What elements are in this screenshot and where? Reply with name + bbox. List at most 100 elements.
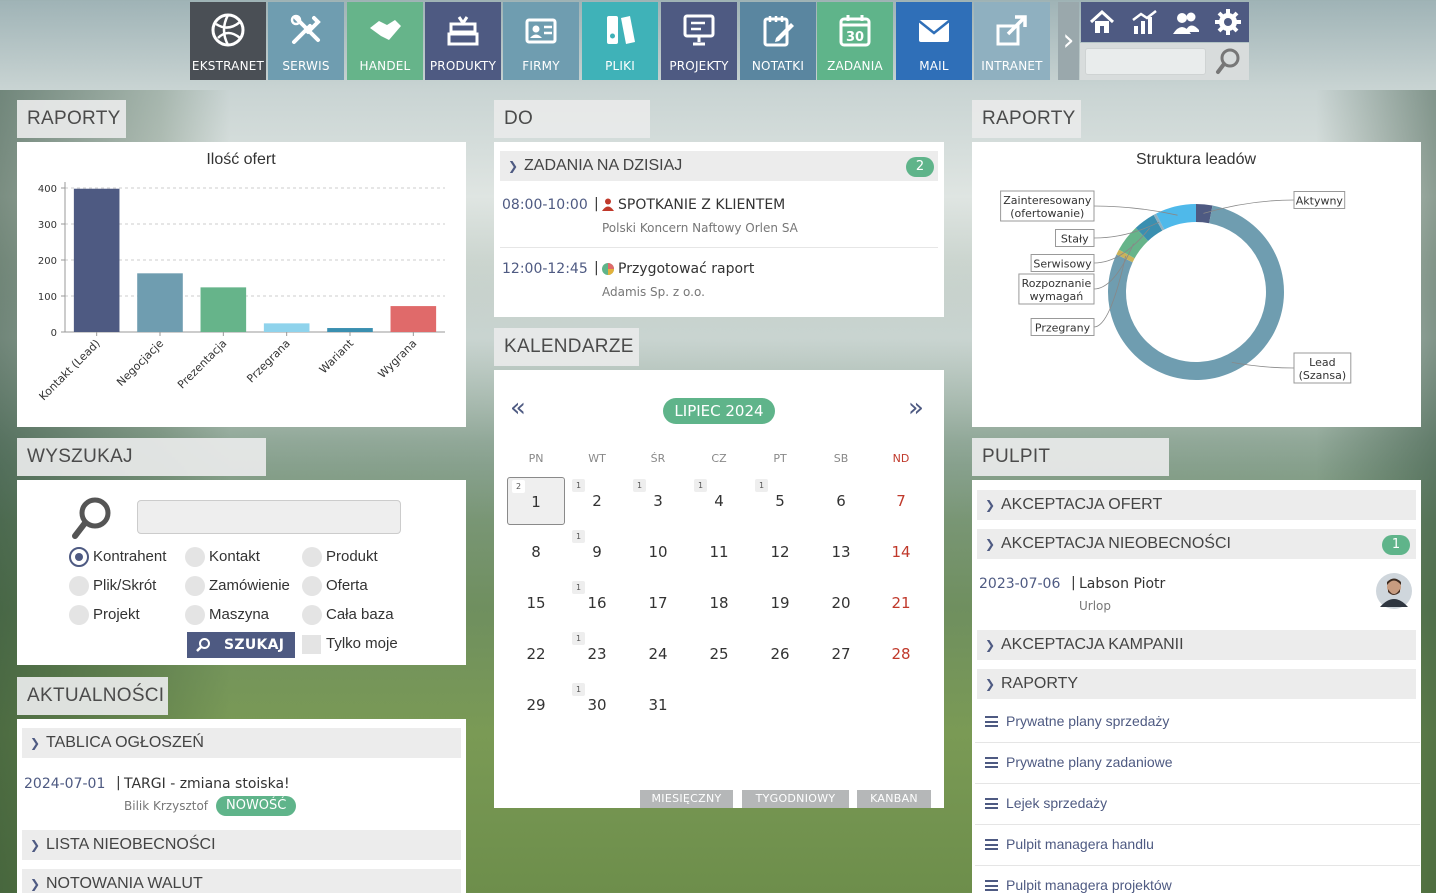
bar[interactable]	[327, 328, 373, 332]
calendar-day[interactable]: 14	[872, 528, 930, 576]
calendar-day[interactable]: 11	[690, 528, 748, 576]
settings-button[interactable]	[1207, 2, 1249, 42]
calendar-day[interactable]: 91	[568, 528, 626, 576]
nav-tile-zadania[interactable]: 30 ZADANIA	[817, 2, 893, 80]
todo-item[interactable]: 12:00-12:45 | Przygotować raport Adamis …	[500, 256, 938, 312]
calendar-day[interactable]: 12	[507, 477, 565, 525]
search-input[interactable]	[137, 500, 401, 534]
calendar-view-button[interactable]: TYGODNIOWY	[742, 790, 849, 808]
calendar-day[interactable]: 6	[812, 477, 870, 525]
absence-type: Urlop	[1079, 599, 1112, 613]
search-option-radio[interactable]	[302, 547, 322, 567]
search-option-radio[interactable]	[69, 576, 89, 596]
users-button[interactable]	[1165, 2, 1207, 42]
calendar-day[interactable]: 28	[872, 630, 930, 678]
calendar-day[interactable]: 51	[751, 477, 809, 525]
calendar-day[interactable]: 20	[812, 579, 870, 627]
top-search-icon[interactable]	[1215, 47, 1243, 75]
manager-section-absences[interactable]: ❯ AKCEPTACJA NIEOBECNOŚCI	[977, 529, 1416, 559]
nav-tile-produkty[interactable]: PRODUKTY	[425, 2, 501, 80]
calendar-day[interactable]: 24	[629, 630, 687, 678]
absence-date: 2023-07-06	[979, 576, 1061, 592]
calendar-view-button[interactable]: MIESIĘCZNY	[640, 790, 733, 808]
calendar-day[interactable]: 41	[690, 477, 748, 525]
manager-section-campaigns[interactable]: ❯ AKCEPTACJA KAMPANII	[977, 630, 1416, 660]
search-option-radio[interactable]	[185, 547, 205, 567]
bar[interactable]	[73, 188, 120, 332]
manager-section-reports[interactable]: ❯ RAPORTY	[977, 669, 1416, 699]
nav-tile-label: NOTATKI	[751, 59, 805, 73]
calendar-day[interactable]: 26	[751, 630, 809, 678]
calendar-day[interactable]: 16 1	[568, 579, 626, 627]
todo-section-today[interactable]: ❯ ZADANIA NA DZISIAJ	[500, 151, 938, 181]
bar[interactable]	[390, 306, 437, 332]
chevron-down-icon: ❯	[985, 537, 996, 551]
calendar-day[interactable]: 13	[812, 528, 870, 576]
bar[interactable]	[263, 323, 310, 332]
nav-tile-notatki[interactable]: NOTATKI	[740, 2, 816, 80]
calendar-day[interactable]: 23 1	[568, 630, 626, 678]
calendar-day[interactable]: 31	[629, 681, 687, 729]
day-number: 4	[714, 492, 724, 510]
report-link-row[interactable]: Prywatne plany zadaniowe	[975, 743, 1420, 784]
calendar-day[interactable]: 7	[872, 477, 930, 525]
calendar-day[interactable]: 21	[568, 477, 626, 525]
calendar-view-button[interactable]: KANBAN	[857, 790, 931, 808]
calendar-next-button[interactable]: »	[908, 393, 924, 423]
stats-button[interactable]	[1123, 2, 1165, 42]
nav-tile-ekstranet[interactable]: EKSTRANET	[190, 2, 266, 80]
search-option-radio[interactable]	[302, 576, 322, 596]
nav-tile-mail[interactable]: MAIL	[896, 2, 972, 80]
search-option-radio[interactable]	[69, 605, 89, 625]
search-option-radio[interactable]	[185, 605, 205, 625]
calendar-day[interactable]: 17	[629, 579, 687, 627]
home-button[interactable]	[1081, 2, 1123, 42]
search-button[interactable]: SZUKAJ	[187, 632, 295, 658]
nav-scroll-chevron-icon[interactable]: ›	[1058, 2, 1079, 80]
manager-section-offers[interactable]: ❯ AKCEPTACJA OFERT	[977, 490, 1416, 520]
top-search-input[interactable]	[1085, 48, 1206, 75]
report-link-row[interactable]: Pulpit managera projektów	[975, 866, 1420, 893]
calendar-day[interactable]: 21	[872, 579, 930, 627]
nav-tile-serwis[interactable]: SERWIS	[268, 2, 344, 80]
calendar-day[interactable]: 31	[629, 477, 687, 525]
report-link-row[interactable]: Prywatne plany sprzedaży	[975, 702, 1420, 743]
news-item-title[interactable]: TARGI - zmiana stoiska!	[124, 776, 290, 792]
calendar-prev-button[interactable]: «	[510, 393, 526, 423]
absence-name[interactable]: Labson Piotr	[1079, 576, 1165, 592]
nav-tile-firmy[interactable]: FIRMY	[503, 2, 579, 80]
news-section-board[interactable]: ❯ TABLICA OGŁOSZEŃ	[22, 728, 461, 758]
calendar-day[interactable]: 18	[690, 579, 748, 627]
calendar-day[interactable]: 27	[812, 630, 870, 678]
news-section-currencies[interactable]: ❯ NOTOWANIA WALUT	[22, 869, 461, 893]
only-mine-checkbox[interactable]	[302, 635, 321, 654]
weekday-label: ŚR	[650, 452, 666, 465]
calendar-day[interactable]: 25	[690, 630, 748, 678]
calendar-day[interactable]: 22	[507, 630, 565, 678]
news-section-absences[interactable]: ❯ LISTA NIEOBECNOŚCI	[22, 830, 461, 860]
nav-tile-intranet[interactable]: INTRANET	[974, 2, 1050, 80]
calendar-day[interactable]: 19	[751, 579, 809, 627]
day-number: 3	[653, 492, 663, 510]
search-option-radio[interactable]	[185, 576, 205, 596]
calendar-day[interactable]: 10	[629, 528, 687, 576]
nav-tile-handel[interactable]: HANDEL	[347, 2, 423, 80]
report-link-row[interactable]: Lejek sprzedaży	[975, 784, 1420, 825]
calendar-day[interactable]: 30 1	[568, 681, 626, 729]
bar[interactable]	[200, 287, 247, 332]
search-option-radio[interactable]	[302, 605, 322, 625]
report-link-row[interactable]: Pulpit managera handlu	[975, 825, 1420, 866]
nav-tile-projekty[interactable]: PROJEKTY	[661, 2, 737, 80]
bar[interactable]	[137, 273, 183, 332]
day-number: 13	[831, 543, 851, 561]
calendar-month-label[interactable]: LIPIEC 2024	[663, 398, 775, 424]
calendar-day[interactable]: 15	[507, 579, 565, 627]
nav-tile-pliki[interactable]: PLIKI	[582, 2, 658, 80]
report-link-label: Lejek sprzedaży	[1006, 795, 1108, 811]
calendar-day[interactable]: 12	[751, 528, 809, 576]
todo-item[interactable]: 08:00-10:00 | SPOTKANIE Z KLIENTEM Polsk…	[500, 192, 938, 248]
calendar-day[interactable]: 29	[507, 681, 565, 729]
search-option-radio[interactable]	[69, 547, 89, 567]
calendar-day[interactable]: 8	[507, 528, 565, 576]
bar-chart: Ilość ofert 0 100 200 300 400 Kontakt (Lead) Ne…	[37, 151, 445, 403]
